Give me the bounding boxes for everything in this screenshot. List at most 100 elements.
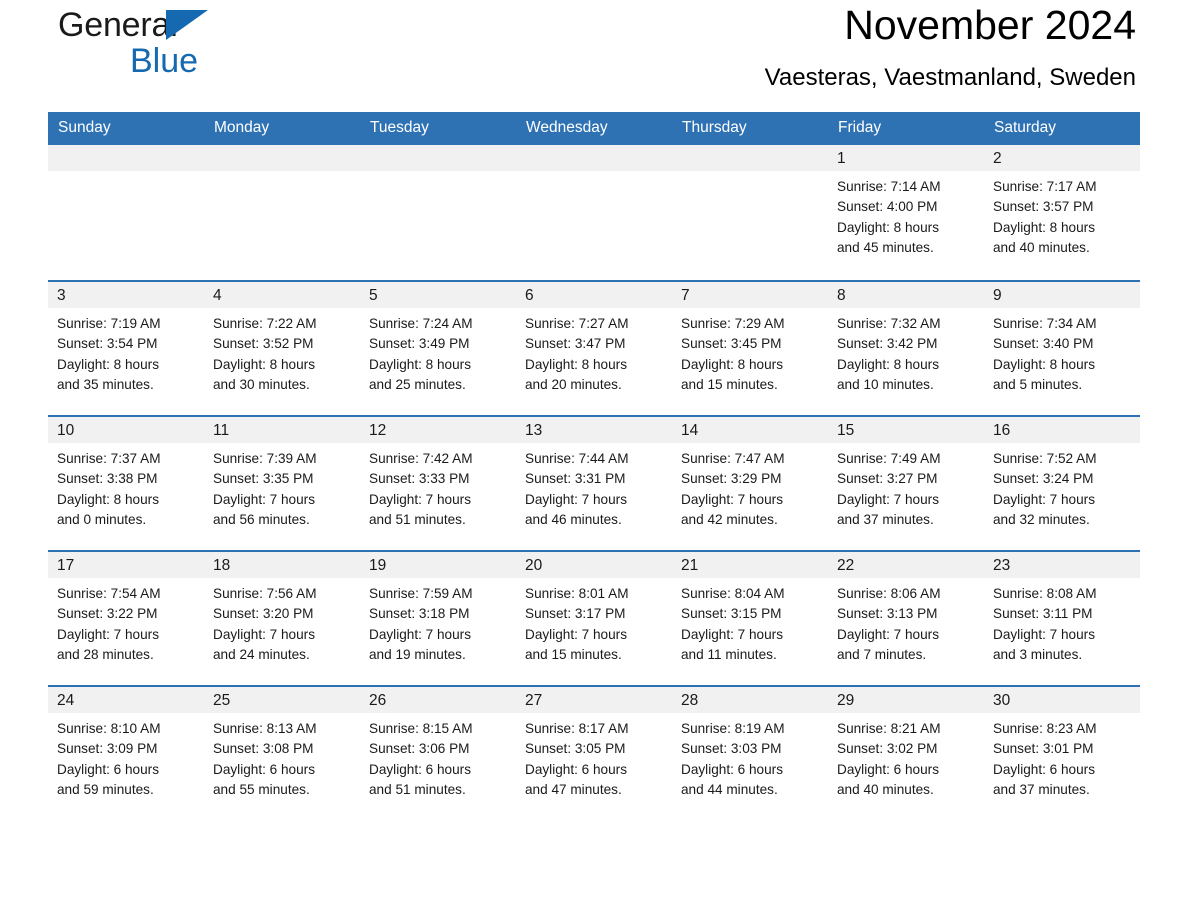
calendar-cell: 11 Sunrise: 7:39 AM Sunset: 3:35 PM Dayligh… <box>204 415 360 550</box>
calendar-week-row: 24 Sunrise: 8:10 AM Sunset: 3:09 PM Dayligh… <box>48 685 1140 820</box>
calendar-day[interactable]: 6 Sunrise: 7:27 AM Sunset: 3:47 PM Daylight… <box>516 280 672 415</box>
calendar-day-empty <box>516 145 672 280</box>
day-details: Sunrise: 7:19 AM Sunset: 3:54 PM Daylight:… <box>48 308 204 395</box>
weekday-header-thursday: Thursday <box>672 112 828 145</box>
sunrise-text: Sunrise: 8:23 AM <box>993 721 1097 736</box>
daylight-text: Daylight: 6 hours and 40 minutes. <box>837 761 940 797</box>
sunrise-text: Sunrise: 7:34 AM <box>993 316 1097 331</box>
sunrise-text: Sunrise: 7:24 AM <box>369 316 473 331</box>
logo-triangle-icon <box>166 10 208 40</box>
sunrise-text: Sunrise: 7:17 AM <box>993 179 1097 194</box>
calendar-day[interactable]: 18 Sunrise: 7:56 AM Sunset: 3:20 PM Dayligh… <box>204 550 360 685</box>
day-number: 16 <box>984 417 1140 443</box>
calendar-day[interactable]: 4 Sunrise: 7:22 AM Sunset: 3:52 PM Daylight… <box>204 280 360 415</box>
calendar-day[interactable]: 16 Sunrise: 7:52 AM Sunset: 3:24 PM Dayligh… <box>984 415 1140 550</box>
calendar-day[interactable]: 17 Sunrise: 7:54 AM Sunset: 3:22 PM Dayligh… <box>48 550 204 685</box>
day-details: Sunrise: 8:04 AM Sunset: 3:15 PM Daylight:… <box>672 578 828 665</box>
calendar-day-empty <box>672 145 828 280</box>
daylight-text: Daylight: 8 hours and 5 minutes. <box>993 356 1096 392</box>
weekday-header-wednesday: Wednesday <box>516 112 672 145</box>
calendar-cell: 6 Sunrise: 7:27 AM Sunset: 3:47 PM Daylight… <box>516 280 672 415</box>
sunrise-text: Sunrise: 7:19 AM <box>57 316 161 331</box>
day-details: Sunrise: 8:06 AM Sunset: 3:13 PM Daylight:… <box>828 578 984 665</box>
calendar-cell: 15 Sunrise: 7:49 AM Sunset: 3:27 PM Dayligh… <box>828 415 984 550</box>
day-details: Sunrise: 8:19 AM Sunset: 3:03 PM Daylight:… <box>672 713 828 800</box>
calendar-day[interactable]: 14 Sunrise: 7:47 AM Sunset: 3:29 PM Dayligh… <box>672 415 828 550</box>
calendar-day[interactable]: 5 Sunrise: 7:24 AM Sunset: 3:49 PM Daylight… <box>360 280 516 415</box>
sunrise-text: Sunrise: 8:13 AM <box>213 721 317 736</box>
calendar-day[interactable]: 2 Sunrise: 7:17 AM Sunset: 3:57 PM Daylight… <box>984 145 1140 280</box>
calendar-day[interactable]: 10 Sunrise: 7:37 AM Sunset: 3:38 PM Dayligh… <box>48 415 204 550</box>
calendar-day[interactable]: 12 Sunrise: 7:42 AM Sunset: 3:33 PM Dayligh… <box>360 415 516 550</box>
sunrise-text: Sunrise: 7:14 AM <box>837 179 941 194</box>
calendar-cell: 26 Sunrise: 8:15 AM Sunset: 3:06 PM Dayligh… <box>360 685 516 820</box>
weekday-header-row: Sunday Monday Tuesday Wednesday Thursday… <box>48 112 1140 145</box>
calendar-day[interactable]: 19 Sunrise: 7:59 AM Sunset: 3:18 PM Dayligh… <box>360 550 516 685</box>
sunset-text: Sunset: 3:09 PM <box>57 741 158 757</box>
calendar-cell: 8 Sunrise: 7:32 AM Sunset: 3:42 PM Daylight… <box>828 280 984 415</box>
day-details: Sunrise: 7:37 AM Sunset: 3:38 PM Daylight:… <box>48 443 204 530</box>
sunset-text: Sunset: 3:57 PM <box>993 199 1094 215</box>
calendar-day[interactable]: 22 Sunrise: 8:06 AM Sunset: 3:13 PM Dayligh… <box>828 550 984 685</box>
day-number: 29 <box>828 687 984 713</box>
sunset-text: Sunset: 3:05 PM <box>525 741 626 757</box>
calendar-day[interactable]: 21 Sunrise: 8:04 AM Sunset: 3:15 PM Dayligh… <box>672 550 828 685</box>
day-details: Sunrise: 8:17 AM Sunset: 3:05 PM Daylight:… <box>516 713 672 800</box>
calendar-cell: 21 Sunrise: 8:04 AM Sunset: 3:15 PM Dayligh… <box>672 550 828 685</box>
calendar-day[interactable]: 11 Sunrise: 7:39 AM Sunset: 3:35 PM Dayligh… <box>204 415 360 550</box>
calendar-cell: 10 Sunrise: 7:37 AM Sunset: 3:38 PM Dayligh… <box>48 415 204 550</box>
calendar-day[interactable]: 1 Sunrise: 7:14 AM Sunset: 4:00 PM Daylight… <box>828 145 984 280</box>
day-number: 19 <box>360 552 516 578</box>
daylight-text: Daylight: 7 hours and 46 minutes. <box>525 491 628 527</box>
calendar-day[interactable]: 29 Sunrise: 8:21 AM Sunset: 3:02 PM Dayligh… <box>828 685 984 820</box>
sunset-text: Sunset: 3:33 PM <box>369 471 470 487</box>
day-number: 10 <box>48 417 204 443</box>
calendar-day[interactable]: 3 Sunrise: 7:19 AM Sunset: 3:54 PM Daylight… <box>48 280 204 415</box>
sunrise-text: Sunrise: 7:27 AM <box>525 316 629 331</box>
calendar-cell: 12 Sunrise: 7:42 AM Sunset: 3:33 PM Dayligh… <box>360 415 516 550</box>
sunset-text: Sunset: 3:06 PM <box>369 741 470 757</box>
sunset-text: Sunset: 3:13 PM <box>837 606 938 622</box>
day-details: Sunrise: 7:34 AM Sunset: 3:40 PM Daylight:… <box>984 308 1140 395</box>
calendar-day[interactable]: 23 Sunrise: 8:08 AM Sunset: 3:11 PM Dayligh… <box>984 550 1140 685</box>
day-number: 23 <box>984 552 1140 578</box>
sunset-text: Sunset: 3:18 PM <box>369 606 470 622</box>
calendar-day[interactable]: 27 Sunrise: 8:17 AM Sunset: 3:05 PM Dayligh… <box>516 685 672 820</box>
calendar-cell: 23 Sunrise: 8:08 AM Sunset: 3:11 PM Dayligh… <box>984 550 1140 685</box>
calendar-day[interactable]: 9 Sunrise: 7:34 AM Sunset: 3:40 PM Daylight… <box>984 280 1140 415</box>
sunset-text: Sunset: 3:54 PM <box>57 336 158 352</box>
calendar-week-row: 1 Sunrise: 7:14 AM Sunset: 4:00 PM Daylight… <box>48 145 1140 280</box>
calendar-day[interactable]: 13 Sunrise: 7:44 AM Sunset: 3:31 PM Dayligh… <box>516 415 672 550</box>
calendar-day[interactable]: 26 Sunrise: 8:15 AM Sunset: 3:06 PM Dayligh… <box>360 685 516 820</box>
daylight-text: Daylight: 8 hours and 20 minutes. <box>525 356 628 392</box>
calendar-day[interactable]: 24 Sunrise: 8:10 AM Sunset: 3:09 PM Dayligh… <box>48 685 204 820</box>
day-details: Sunrise: 7:22 AM Sunset: 3:52 PM Daylight:… <box>204 308 360 395</box>
calendar-day[interactable]: 30 Sunrise: 8:23 AM Sunset: 3:01 PM Dayligh… <box>984 685 1140 820</box>
general-blue-logo[interactable]: General Blue <box>58 8 318 100</box>
sunset-text: Sunset: 3:08 PM <box>213 741 314 757</box>
calendar-day[interactable]: 8 Sunrise: 7:32 AM Sunset: 3:42 PM Daylight… <box>828 280 984 415</box>
calendar-day[interactable]: 25 Sunrise: 8:13 AM Sunset: 3:08 PM Dayligh… <box>204 685 360 820</box>
day-number: 26 <box>360 687 516 713</box>
sunset-text: Sunset: 3:52 PM <box>213 336 314 352</box>
daylight-text: Daylight: 8 hours and 15 minutes. <box>681 356 784 392</box>
day-details: Sunrise: 7:52 AM Sunset: 3:24 PM Daylight:… <box>984 443 1140 530</box>
daylight-text: Daylight: 8 hours and 45 minutes. <box>837 219 940 255</box>
day-number <box>360 145 516 171</box>
daylight-text: Daylight: 7 hours and 3 minutes. <box>993 626 1096 662</box>
calendar-cell: 27 Sunrise: 8:17 AM Sunset: 3:05 PM Dayligh… <box>516 685 672 820</box>
daylight-text: Daylight: 6 hours and 51 minutes. <box>369 761 472 797</box>
calendar-cell: 1 Sunrise: 7:14 AM Sunset: 4:00 PM Daylight… <box>828 145 984 280</box>
sunset-text: Sunset: 3:20 PM <box>213 606 314 622</box>
calendar-day[interactable]: 20 Sunrise: 8:01 AM Sunset: 3:17 PM Dayligh… <box>516 550 672 685</box>
calendar-day[interactable]: 7 Sunrise: 7:29 AM Sunset: 3:45 PM Daylight… <box>672 280 828 415</box>
day-number: 3 <box>48 282 204 308</box>
sunset-text: Sunset: 3:24 PM <box>993 471 1094 487</box>
calendar-day[interactable]: 28 Sunrise: 8:19 AM Sunset: 3:03 PM Dayligh… <box>672 685 828 820</box>
daylight-text: Daylight: 7 hours and 56 minutes. <box>213 491 316 527</box>
calendar-day[interactable]: 15 Sunrise: 7:49 AM Sunset: 3:27 PM Dayligh… <box>828 415 984 550</box>
daylight-text: Daylight: 7 hours and 11 minutes. <box>681 626 784 662</box>
sunset-text: Sunset: 3:29 PM <box>681 471 782 487</box>
sunrise-text: Sunrise: 7:44 AM <box>525 451 629 466</box>
daylight-text: Daylight: 8 hours and 35 minutes. <box>57 356 160 392</box>
